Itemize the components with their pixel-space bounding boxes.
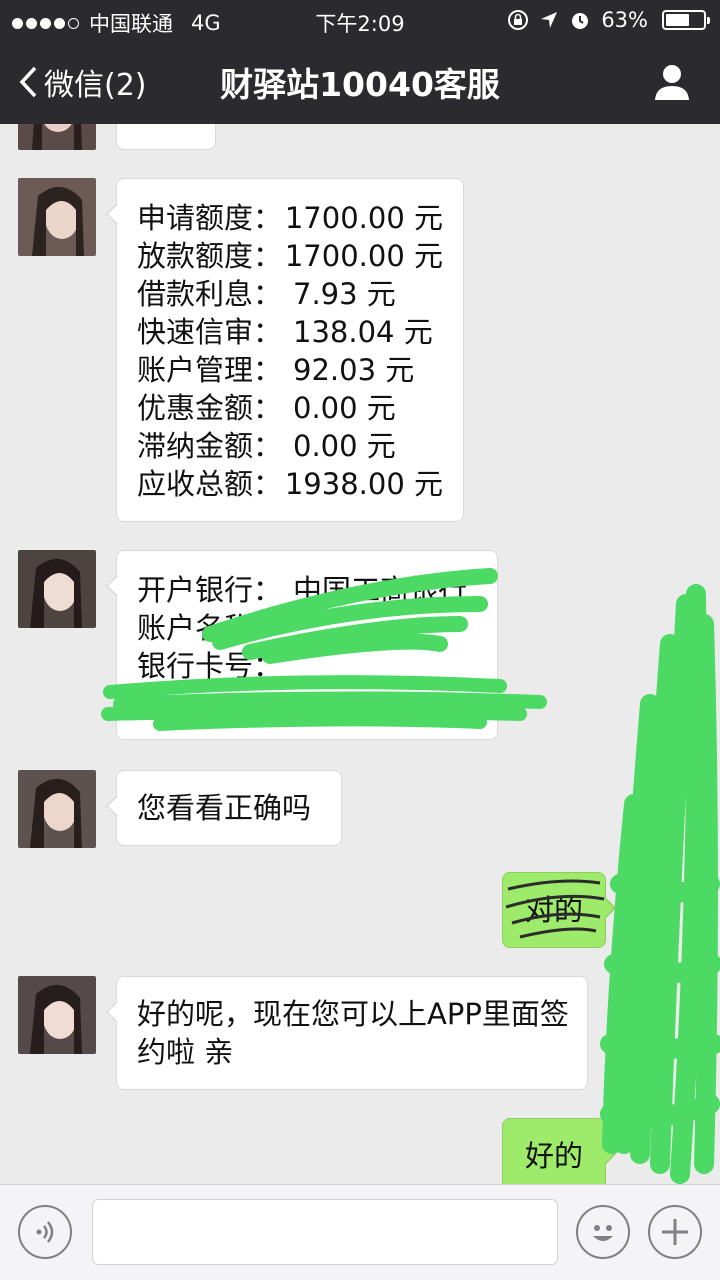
detail-label: 优惠金额：: [137, 391, 283, 425]
detail-label: 借款利息：: [137, 277, 283, 311]
emoji-button[interactable]: [576, 1205, 630, 1259]
top-bar: 中国联通 4G 下午2:09 63% 微信(2) 财驿站10040客服: [0, 0, 720, 124]
detail-value: 138.04 元: [293, 315, 433, 349]
nav-bar: 微信(2) 财驿站10040客服: [0, 40, 720, 124]
detail-row: 借款利息： 7.93 元: [137, 275, 443, 313]
avatar[interactable]: [18, 976, 96, 1054]
detail-row: 银行卡号：: [137, 647, 477, 685]
plus-icon: [662, 1219, 688, 1245]
detail-row: 滞纳金额： 0.00 元: [137, 427, 443, 465]
detail-value: 中国工商银行: [293, 573, 468, 607]
detail-value: 92.03 元: [293, 353, 415, 387]
my-message-bubble[interactable]: 好的: [502, 1118, 616, 1184]
my-message-bubble[interactable]: 对的: [502, 872, 616, 948]
input-bar: [0, 1184, 720, 1280]
detail-value: 1700.00 元: [284, 239, 443, 273]
detail-label: 放款额度：: [137, 239, 283, 273]
detail-value: 0.00 元: [293, 391, 396, 425]
status-right: 63%: [507, 8, 710, 32]
detail-row: 优惠金额： 0.00 元: [137, 389, 443, 427]
message-bubble[interactable]: 您看看正确吗: [106, 770, 342, 846]
battery-percent: 63%: [601, 8, 648, 32]
message-text: 花吗: [137, 124, 195, 127]
detail-row: 放款额度： 1700.00 元: [137, 237, 443, 275]
rotation-lock-icon: [508, 10, 529, 30]
message-text: 您看看正确吗: [137, 791, 312, 825]
detail-label: 银行卡号：: [137, 649, 283, 683]
detail-row: 快速信审： 138.04 元: [137, 313, 443, 351]
avatar[interactable]: [18, 770, 96, 848]
detail-row: 账户名称：: [137, 609, 477, 647]
detail-value: 7.93 元: [293, 277, 396, 311]
detail-row: 开户银行： 中国工商银行: [137, 571, 477, 609]
message-bubble[interactable]: 花吗: [116, 124, 216, 150]
loan-details-bubble[interactable]: 申请额度： 1700.00 元放款额度： 1700.00 元借款利息： 7.93 元快…: [106, 178, 464, 522]
bank-details: 开户银行： 中国工商银行 账户名称： 银行卡号：: [137, 571, 477, 685]
avatar[interactable]: [18, 178, 96, 256]
detail-value: 1700.00 元: [284, 201, 443, 235]
battery-icon: [662, 10, 710, 30]
alarm-icon: [572, 13, 589, 29]
voice-icon: [36, 1221, 54, 1243]
detail-label: 快速信审：: [137, 315, 283, 349]
loan-details: 申请额度： 1700.00 元放款额度： 1700.00 元借款利息： 7.93 元快…: [137, 199, 443, 503]
redaction-scribble: [600, 584, 720, 1184]
plus-button[interactable]: [648, 1205, 702, 1259]
bank-info-bubble[interactable]: 开户银行： 中国工商银行 账户名称： 银行卡号：: [106, 550, 498, 740]
chat-title: 财驿站10040客服: [220, 65, 500, 104]
person-icon: [655, 65, 689, 100]
detail-value: 1938.00 元: [284, 467, 443, 501]
location-icon: [541, 12, 558, 28]
status-bar: 中国联通 4G 下午2:09 63%: [0, 0, 720, 40]
avatar[interactable]: [18, 550, 96, 628]
voice-button[interactable]: [18, 1205, 72, 1259]
detail-value: 0.00 元: [293, 429, 396, 463]
detail-label: 滞纳金额：: [137, 429, 283, 463]
detail-label: 开户银行：: [137, 573, 283, 607]
emoji-icon: [593, 1225, 613, 1241]
chat-area[interactable]: 花吗 申请额度：1700.00 元放款额度：1700.00 元借款利息：7.93…: [0, 124, 720, 1184]
message-text: 好的呢，现在您可以上APP里面签约啦 亲: [137, 997, 569, 1069]
detail-label: 账户名称：: [137, 611, 283, 645]
detail-label: 账户管理：: [137, 353, 283, 387]
detail-label: 应收总额：: [137, 467, 283, 501]
detail-row: 应收总额： 1938.00 元: [137, 465, 443, 503]
message-bubble[interactable]: 好的呢，现在您可以上APP里面签约啦 亲: [106, 976, 588, 1090]
message-text: 对的: [525, 893, 584, 927]
avatar[interactable]: [18, 124, 96, 150]
detail-row: 申请额度： 1700.00 元: [137, 199, 443, 237]
message-text: 好的: [525, 1139, 584, 1173]
contact-button[interactable]: [652, 62, 692, 106]
detail-label: 申请额度：: [137, 201, 283, 235]
message-input[interactable]: [92, 1199, 558, 1265]
detail-row: 账户管理： 92.03 元: [137, 351, 443, 389]
